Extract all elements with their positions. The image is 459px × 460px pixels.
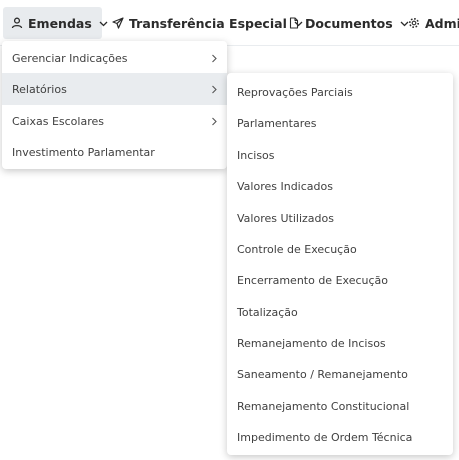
menu-item-label: Relatórios bbox=[12, 82, 67, 96]
submenu-item-label: Saneamento / Remanejamento bbox=[237, 367, 408, 381]
gear-icon bbox=[408, 17, 420, 29]
menu-item-relatorios[interactable]: Relatórios bbox=[2, 73, 227, 105]
chevron-right-icon bbox=[211, 84, 218, 94]
nav-emendas[interactable]: Emendas bbox=[3, 7, 108, 39]
menu-item-label: Caixas Escolares bbox=[12, 114, 104, 128]
submenu-item[interactable]: Totalização bbox=[227, 297, 453, 327]
nav-documentos-label: Documentos bbox=[305, 15, 393, 31]
menu-item-label: Gerenciar Indicações bbox=[12, 51, 128, 65]
submenu-item[interactable]: Valores Utilizados bbox=[227, 203, 453, 233]
nav-transferencia-label: Transferência Especial bbox=[129, 15, 287, 31]
submenu-item[interactable]: Parlamentares bbox=[227, 108, 453, 138]
nav-transferencia-especial[interactable]: Transferência Especial bbox=[104, 7, 303, 39]
submenu-item[interactable]: Incisos bbox=[227, 140, 453, 170]
submenu-item[interactable]: Impedimento de Ordem Técnica bbox=[227, 422, 453, 452]
user-icon bbox=[11, 17, 23, 29]
submenu-item[interactable]: Saneamento / Remanejamento bbox=[227, 359, 453, 389]
submenu-item[interactable]: Reprovações Parciais bbox=[227, 77, 453, 107]
submenu-item-label: Valores Utilizados bbox=[237, 211, 334, 225]
submenu-item-label: Remanejamento Constitucional bbox=[237, 399, 410, 413]
menu-item-label: Investimento Parlamentar bbox=[12, 145, 155, 159]
menu-item-caixas-escolares[interactable]: Caixas Escolares bbox=[2, 105, 227, 137]
submenu-item-label: Controle de Execução bbox=[237, 242, 357, 256]
chevron-right-icon bbox=[211, 116, 218, 126]
submenu-item[interactable]: Controle de Execução bbox=[227, 234, 453, 264]
nav-emendas-label: Emendas bbox=[28, 15, 92, 31]
submenu-item-label: Parlamentares bbox=[237, 116, 317, 130]
chevron-right-icon bbox=[211, 53, 218, 63]
submenu-item[interactable]: Encerramento de Execução bbox=[227, 265, 453, 295]
submenu-item-label: Impedimento de Ordem Técnica bbox=[237, 430, 413, 444]
submenu-item-label: Totalização bbox=[237, 305, 298, 319]
submenu-item[interactable]: Remanejamento Constitucional bbox=[227, 391, 453, 421]
menu-item-gerenciar-indicacoes[interactable]: Gerenciar Indicações bbox=[2, 42, 227, 74]
relatorios-submenu: Reprovações Parciais Parlamentares Incis… bbox=[227, 73, 453, 455]
submenu-item-label: Remanejamento de Incisos bbox=[237, 336, 386, 350]
emendas-dropdown-menu: Gerenciar Indicações Relatórios Caixas E… bbox=[2, 41, 227, 169]
top-navbar: Emendas Transferência Especial Documento… bbox=[0, 0, 459, 46]
submenu-item-label: Valores Indicados bbox=[237, 179, 333, 193]
submenu-item-label: Reprovações Parciais bbox=[237, 85, 353, 99]
nav-documentos[interactable]: Documentos bbox=[280, 7, 409, 39]
nav-admin[interactable]: Admin bbox=[400, 7, 459, 39]
submenu-item-label: Incisos bbox=[237, 148, 275, 162]
send-icon bbox=[112, 17, 124, 29]
menu-item-investimento-parlamentar[interactable]: Investimento Parlamentar bbox=[2, 136, 227, 168]
file-icon bbox=[288, 17, 300, 29]
nav-admin-label: Admin bbox=[425, 15, 459, 31]
submenu-item[interactable]: Valores Indicados bbox=[227, 171, 453, 201]
submenu-item-label: Encerramento de Execução bbox=[237, 273, 388, 287]
submenu-item[interactable]: Remanejamento de Incisos bbox=[227, 328, 453, 358]
